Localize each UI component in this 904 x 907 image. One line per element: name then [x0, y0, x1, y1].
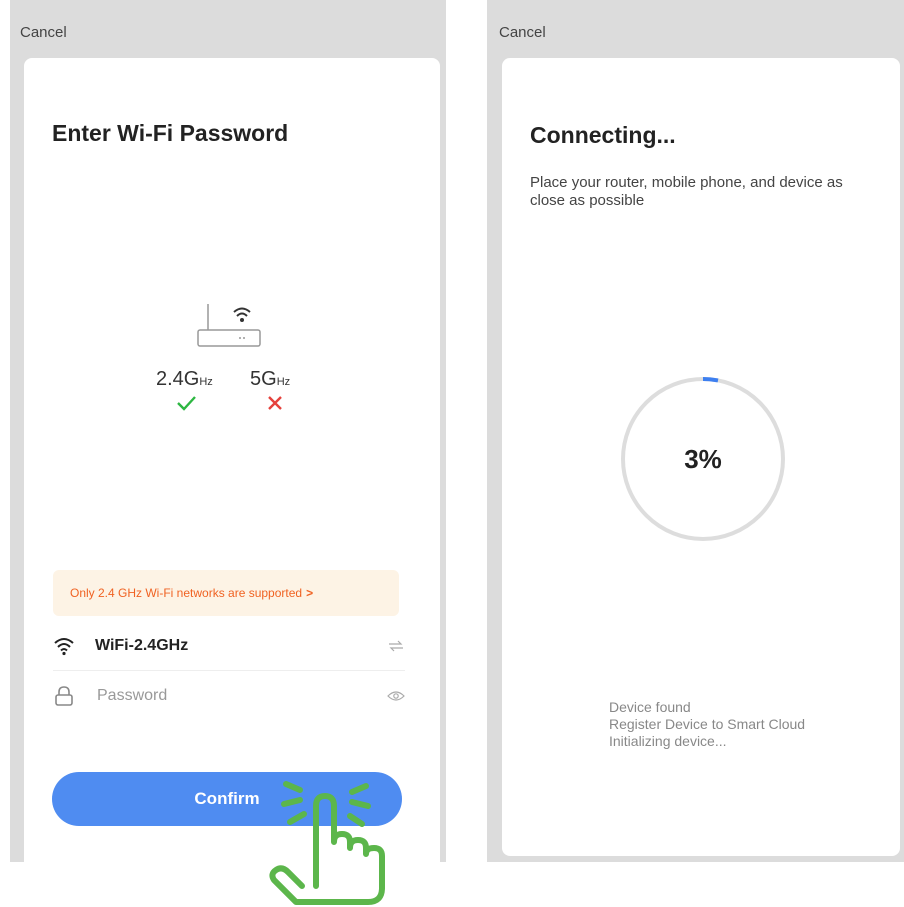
password-input[interactable]: [95, 686, 387, 706]
band-24ghz-label: 2.4GHz: [156, 368, 213, 390]
status-line: Register Device to Smart Cloud: [609, 716, 806, 732]
wifi-card: Enter Wi-Fi Password 2.4GHz 5GHz Only 2.…: [24, 58, 440, 864]
cancel-button[interactable]: Cancel: [20, 24, 67, 41]
wifi-icon: [54, 638, 74, 656]
ssid-name: WiFi-2.4GHz: [95, 637, 189, 654]
check-icon: [177, 396, 196, 411]
switch-network-icon[interactable]: [387, 639, 405, 653]
confirm-label: Confirm: [194, 789, 260, 808]
notice-text: Only 2.4 GHz Wi-Fi networks are supporte…: [70, 586, 303, 600]
page-title: Enter Wi-Fi Password: [52, 120, 289, 146]
cross-icon: [268, 396, 282, 410]
status-log: Device found Register Device to Smart Cl…: [609, 699, 805, 750]
lock-icon: [55, 686, 73, 706]
status-line: Initializing device...: [609, 733, 727, 749]
cancel-button[interactable]: Cancel: [499, 24, 546, 41]
enter-wifi-password-screen: Cancel Enter Wi-Fi Password 2.4GHz 5GHz …: [10, 0, 446, 864]
band-5ghz-label: 5GHz: [250, 368, 291, 390]
band-notice-link[interactable]: Only 2.4 GHz Wi-Fi networks are supporte…: [53, 570, 399, 616]
password-row: [53, 672, 405, 720]
page-title: Connecting...: [530, 122, 676, 148]
page-subtitle: Place your router, mobile phone, and dev…: [530, 174, 843, 209]
connecting-card: Connecting... Place your router, mobile …: [502, 58, 900, 856]
eye-icon[interactable]: [387, 689, 405, 703]
status-line: Device found: [609, 699, 691, 715]
tap-hand-icon: [269, 781, 385, 905]
chevron-right-icon: >: [306, 586, 314, 600]
progress-percent: 3%: [684, 443, 722, 474]
connecting-screen: Cancel Connecting... Place your router, …: [487, 0, 904, 862]
ssid-row[interactable]: WiFi-2.4GHz: [53, 622, 405, 671]
router-icon: [197, 304, 261, 347]
